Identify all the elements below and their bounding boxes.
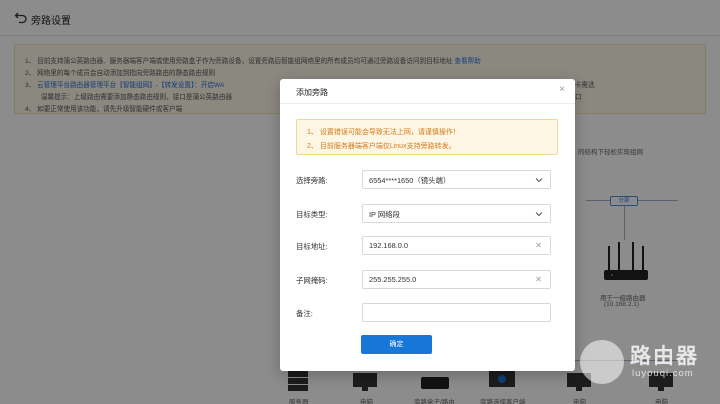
target-type-select[interactable]: IP 网络段	[362, 204, 551, 223]
watermark-domain: luyouqi.com	[632, 368, 694, 379]
add-bypass-dialog: 添加旁路 × 1、 设置错误可能会导致无法上网，请谨慎操作！ 2、 目前服务器端…	[280, 79, 575, 371]
dialog-divider	[280, 103, 575, 104]
bypass-label: 选择旁路:	[296, 176, 328, 185]
subnet-mask-value: 255.255.255.0	[369, 275, 417, 284]
chevron-down-icon	[535, 212, 543, 217]
bypass-value: 6554****1650（镜头端）	[369, 176, 451, 185]
target-address-input[interactable]: 192.168.0.0 ✕	[362, 236, 551, 255]
warning-line-2: 2、 目前服务器端客户端仅Linux支持旁路转发。	[307, 143, 456, 150]
router-logo-icon	[580, 340, 624, 384]
confirm-button[interactable]: 确定	[361, 335, 432, 354]
watermark-title: 路由器	[630, 345, 699, 368]
subnet-mask-label: 子网掩码:	[296, 276, 328, 285]
watermark-logo: 路由器 luyouqi.com	[580, 338, 710, 388]
target-address-label: 目标地址:	[296, 242, 328, 251]
dialog-title: 添加旁路	[296, 88, 328, 97]
target-address-value: 192.168.0.0	[369, 241, 409, 250]
warning-line-1: 1、 设置错误可能会导致无法上网，请谨慎操作！	[307, 129, 460, 136]
remark-label: 备注:	[296, 309, 313, 318]
bypass-select[interactable]: 6554****1650（镜头端）	[362, 170, 551, 189]
chevron-down-icon	[535, 178, 543, 183]
remark-input[interactable]	[362, 303, 551, 322]
close-icon[interactable]: ×	[559, 84, 565, 95]
clear-icon[interactable]: ✕	[535, 241, 542, 250]
subnet-mask-input[interactable]: 255.255.255.0 ✕	[362, 270, 551, 289]
target-type-label: 目标类型:	[296, 210, 328, 219]
clear-icon[interactable]: ✕	[535, 275, 542, 284]
target-type-value: IP 网络段	[369, 210, 401, 219]
warning-box: 1、 设置错误可能会导致无法上网，请谨慎操作！ 2、 目前服务器端客户端仅Lin…	[296, 119, 558, 155]
